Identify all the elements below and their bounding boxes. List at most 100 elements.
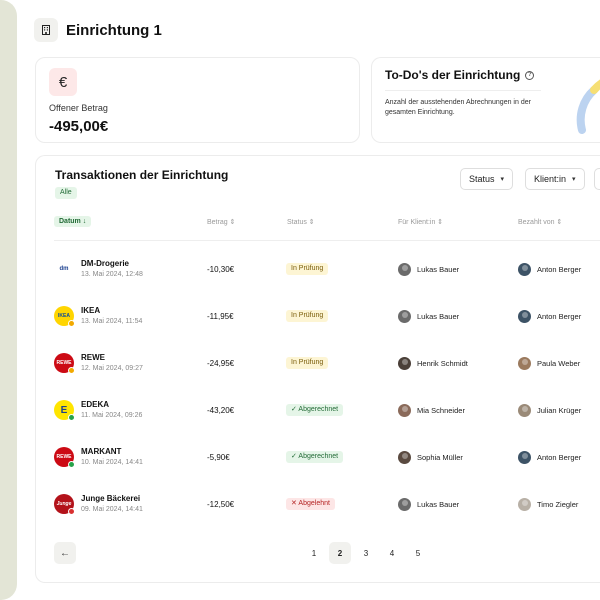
transaction-date: 13. Mai 2024, 11:54 bbox=[81, 318, 143, 325]
transactions-title: Transaktionen der Einrichtung bbox=[55, 168, 229, 182]
payer-cell: Anton Berger bbox=[518, 451, 581, 464]
todo-title: To-Do's der Einrichtung bbox=[385, 68, 521, 82]
merchant-name: REWE bbox=[81, 353, 105, 362]
page-button-5[interactable]: 5 bbox=[407, 542, 429, 564]
table-row[interactable]: IKEA IKEA 13. Mai 2024, 11:54 -11,95€ In… bbox=[36, 300, 600, 347]
page-title: Einrichtung 1 bbox=[66, 21, 162, 39]
transaction-amount: -24,95€ bbox=[207, 359, 235, 368]
status-dot-wrapper bbox=[54, 400, 75, 421]
page-header: Einrichtung 1 bbox=[34, 17, 162, 43]
klient-filter-label: Klient:in bbox=[534, 174, 567, 184]
status-badge: In Prüfung bbox=[286, 357, 329, 369]
avatar bbox=[518, 263, 531, 276]
page-button-1[interactable]: 1 bbox=[303, 542, 325, 564]
payer-cell: Anton Berger bbox=[518, 310, 581, 323]
balance-label: Offener Betrag bbox=[49, 103, 108, 113]
klient-cell: Lukas Bauer bbox=[398, 263, 459, 276]
column-header-datum[interactable]: Datum ↓ bbox=[54, 216, 92, 227]
klient-name: Mia Schneider bbox=[417, 406, 465, 415]
payer-name: Timo Ziegler bbox=[537, 500, 579, 509]
avatar bbox=[398, 357, 411, 370]
avatar bbox=[398, 498, 411, 511]
transaction-amount: -5,90€ bbox=[207, 453, 230, 462]
page-button-4[interactable]: 4 bbox=[381, 542, 403, 564]
building-icon bbox=[34, 18, 58, 42]
payer-cell: Julian Krüger bbox=[518, 404, 581, 417]
help-icon[interactable]: ? bbox=[525, 70, 535, 80]
klient-name: Lukas Bauer bbox=[417, 265, 460, 274]
status-dot bbox=[68, 367, 75, 374]
merchant-name: IKEA bbox=[81, 306, 101, 315]
table-row[interactable]: dm DM-Drogerie 13. Mai 2024, 12:48 -10,3… bbox=[36, 253, 600, 300]
status-badge: ✓ Abgerechnet bbox=[286, 404, 344, 416]
todo-gauge-arc bbox=[576, 79, 600, 134]
transaction-amount: -11,95€ bbox=[207, 312, 234, 321]
transaction-amount: -12,50€ bbox=[207, 500, 235, 509]
transaction-amount: -43,20€ bbox=[207, 406, 235, 415]
transaction-date: 13. Mai 2024, 12:48 bbox=[81, 271, 143, 278]
status-badge: ✓ Abgerechnet bbox=[286, 451, 344, 463]
avatar bbox=[518, 404, 531, 417]
klient-filter-button[interactable]: Klient:in ▾ bbox=[525, 168, 585, 190]
transaction-amount: -10,30€ bbox=[207, 265, 235, 274]
column-header-payer[interactable]: Bezahlt von ⇕ bbox=[518, 218, 562, 226]
status-dot bbox=[68, 508, 75, 515]
payer-name: Julian Krüger bbox=[537, 406, 582, 415]
transaction-date: 12. Mai 2024, 09:27 bbox=[81, 365, 143, 372]
divider bbox=[385, 90, 541, 91]
more-filter-button[interactable] bbox=[594, 168, 600, 190]
merchant-name: MARKANT bbox=[81, 447, 122, 456]
klient-name: Sophia Müller bbox=[417, 453, 463, 462]
merchant-logo: IKEA bbox=[54, 306, 74, 326]
avatar bbox=[518, 451, 531, 464]
avatar bbox=[398, 263, 411, 276]
merchant-name: EDEKA bbox=[81, 400, 110, 409]
pagination: 1 2 3 4 5 bbox=[303, 542, 429, 564]
status-badge: In Prüfung bbox=[286, 263, 329, 275]
merchant-name: DM-Drogerie bbox=[81, 259, 130, 268]
avatar bbox=[518, 357, 531, 370]
todo-description: Anzahl der ausstehenden Abrechnungen in … bbox=[385, 99, 531, 116]
avatar bbox=[518, 498, 531, 511]
side-rail bbox=[0, 0, 17, 600]
filter-pill-all[interactable]: Alle bbox=[55, 187, 77, 199]
previous-page-button[interactable]: ← bbox=[54, 542, 76, 564]
avatar bbox=[518, 310, 531, 323]
payer-cell: Timo Ziegler bbox=[518, 498, 578, 511]
klient-name: Lukas Bauer bbox=[417, 312, 460, 321]
column-header-status[interactable]: Status ⇕ bbox=[287, 218, 315, 226]
klient-cell: Lukas Bauer bbox=[398, 310, 459, 323]
klient-cell: Henrik Schmidt bbox=[398, 357, 468, 370]
chevron-down-icon: ▾ bbox=[572, 176, 576, 183]
status-dot-wrapper bbox=[54, 447, 75, 468]
klient-name: Henrik Schmidt bbox=[417, 359, 468, 368]
table-row[interactable]: Junge Junge Bäckerei 09. Mai 2024, 14:41… bbox=[36, 488, 600, 535]
todo-title-row: To-Do's der Einrichtung ? bbox=[385, 68, 535, 82]
page-button-3[interactable]: 3 bbox=[355, 542, 377, 564]
balance-amount: -495,00€ bbox=[49, 118, 109, 135]
merchant-name: Junge Bäckerei bbox=[81, 494, 141, 503]
column-header-betrag[interactable]: Betrag ⇕ bbox=[207, 218, 235, 226]
todo-card: To-Do's der Einrichtung ? Anzahl der aus… bbox=[371, 57, 600, 143]
table-row[interactable]: E EDEKA 11. Mai 2024, 09:26 -43,20€ ✓ Ab… bbox=[36, 394, 600, 441]
payer-name: Anton Berger bbox=[537, 312, 582, 321]
klient-cell: Mia Schneider bbox=[398, 404, 465, 417]
table-row[interactable]: REWE MARKANT 10. Mai 2024, 14:41 -5,90€ … bbox=[36, 441, 600, 488]
transactions-card: Transaktionen der Einrichtung Alle Statu… bbox=[35, 155, 600, 583]
page-button-2[interactable]: 2 bbox=[329, 542, 351, 564]
status-filter-button[interactable]: Status ▾ bbox=[460, 168, 514, 190]
payer-name: Paula Weber bbox=[537, 359, 581, 368]
status-badge: In Prüfung bbox=[286, 310, 329, 322]
status-dot bbox=[68, 461, 75, 468]
chevron-down-icon: ▾ bbox=[500, 176, 505, 183]
payer-cell: Paula Weber bbox=[518, 357, 580, 370]
status-filter-label: Status bbox=[469, 174, 495, 184]
merchant-logo: dm bbox=[54, 259, 74, 279]
table-row[interactable]: REWE REWE 12. Mai 2024, 09:27 -24,95€ In… bbox=[36, 347, 600, 394]
payer-name: Anton Berger bbox=[537, 453, 582, 462]
transaction-date: 09. Mai 2024, 14:41 bbox=[81, 506, 143, 513]
status-dot-wrapper bbox=[54, 494, 75, 515]
klient-cell: Lukas Bauer bbox=[398, 498, 459, 511]
column-header-klient[interactable]: Für Klient:in ⇕ bbox=[398, 218, 443, 226]
header-divider bbox=[54, 240, 600, 241]
